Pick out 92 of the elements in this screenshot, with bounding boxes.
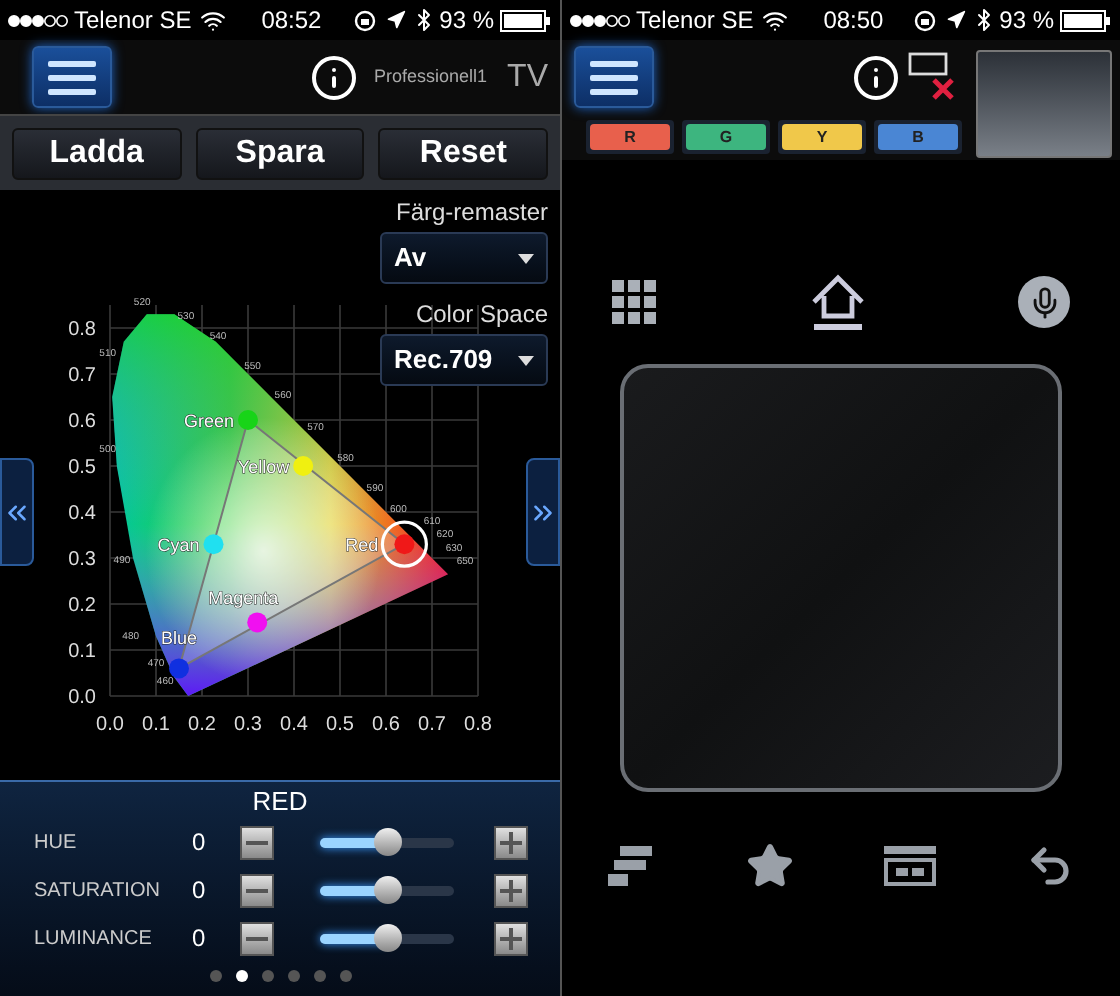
action-button[interactable]: Reset <box>378 127 549 179</box>
y-tick-label: 0.3 <box>68 549 96 571</box>
info-icon[interactable] <box>852 53 900 101</box>
return-icon[interactable] <box>1026 842 1074 890</box>
battery-icon <box>500 9 552 31</box>
x-tick-label: 0.0 <box>96 714 124 736</box>
stacked-cards-icon[interactable] <box>608 846 656 886</box>
y-tick-label: 0.4 <box>68 503 96 525</box>
x-tick-label: 0.6 <box>372 714 400 736</box>
y-tick-label: 0.5 <box>68 457 96 479</box>
adjust-label: LUMINANCE <box>34 925 154 953</box>
point-label: Green <box>183 411 234 431</box>
adjust-label: HUE <box>34 829 79 857</box>
display-panel[interactable] <box>976 50 1112 158</box>
plus-button[interactable] <box>494 921 528 955</box>
action-button[interactable]: Spara <box>195 127 365 179</box>
x-tick-label: 0.5 <box>326 714 354 736</box>
previous-button[interactable] <box>0 458 34 566</box>
slider-thumb[interactable] <box>373 924 401 952</box>
point-label: Red <box>345 535 379 556</box>
dropdown[interactable]: Rec.709 <box>380 334 548 386</box>
point-label: Blue <box>161 628 197 649</box>
window-icon[interactable] <box>884 846 936 886</box>
x-tick-label: 0.3 <box>234 714 262 736</box>
battery-percent: 93 % <box>439 4 494 38</box>
adjust-label: SATURATION <box>34 877 162 905</box>
x-tick-label: 0.4 <box>280 714 308 736</box>
adjust-value: 0 <box>192 874 208 908</box>
dropdown-arrow-icon <box>518 253 534 263</box>
x-tick-label: 0.1 <box>142 714 170 736</box>
point-label: Cyan <box>157 535 200 556</box>
wifi-icon <box>199 7 226 33</box>
info-icon[interactable] <box>310 53 359 101</box>
signal-icon <box>570 13 630 27</box>
x-tick-label: 0.7 <box>418 714 446 736</box>
clock-time: 08:52 <box>261 4 322 38</box>
menu-button[interactable] <box>574 46 654 108</box>
y-tick-label: 0.7 <box>68 365 96 387</box>
minus-button[interactable] <box>240 825 274 859</box>
y-tick-label: 0.0 <box>68 687 96 709</box>
action-button[interactable]: Ladda <box>12 127 182 179</box>
setting-label: Färg-remaster <box>395 196 548 228</box>
star-icon[interactable] <box>746 842 794 890</box>
color-key-button[interactable]: Y <box>782 124 862 150</box>
panel-title: RED <box>252 786 308 818</box>
color-key-button[interactable]: R <box>590 124 670 150</box>
x-tick-label: 0.2 <box>188 714 216 736</box>
grid-icon[interactable] <box>612 280 656 324</box>
plus-button[interactable] <box>494 873 528 907</box>
carrier-name: Telenor SE <box>636 4 754 38</box>
touchpad[interactable] <box>620 364 1062 792</box>
plus-icon <box>500 831 522 853</box>
microphone-button[interactable] <box>1018 276 1070 328</box>
point-label: Magenta <box>208 588 279 609</box>
setting-label: Color Space <box>415 298 548 330</box>
adjust-value: 0 <box>192 922 208 956</box>
dropdown-arrow-icon <box>518 355 534 365</box>
y-tick-label: 0.2 <box>68 595 96 617</box>
device-type: TV <box>507 57 548 97</box>
color-key-button[interactable]: G <box>686 124 766 150</box>
x-tick-label: 0.8 <box>464 714 492 736</box>
menu-icon <box>48 59 96 95</box>
slider-thumb[interactable] <box>373 828 401 856</box>
location-icon <box>945 10 966 30</box>
menu-button[interactable] <box>32 46 112 108</box>
plus-icon <box>500 927 522 949</box>
device-name: Professionell1 <box>374 63 488 90</box>
plus-icon <box>500 879 522 901</box>
clock-time: 08:50 <box>823 4 884 38</box>
battery-icon <box>1060 9 1112 31</box>
wifi-icon <box>761 7 788 33</box>
slider-thumb[interactable] <box>373 876 401 904</box>
dropdown[interactable]: Av <box>380 232 548 284</box>
carrier-name: Telenor SE <box>74 4 192 38</box>
signal-icon <box>8 13 68 27</box>
menu-icon <box>590 59 638 95</box>
minus-button[interactable] <box>240 921 274 955</box>
y-tick-label: 0.1 <box>68 641 96 663</box>
location-icon <box>385 10 406 30</box>
y-tick-label: 0.8 <box>68 319 96 341</box>
color-key-button[interactable]: B <box>878 124 958 150</box>
y-tick-label: 0.6 <box>68 411 96 433</box>
primary-point[interactable] <box>380 520 428 568</box>
rotation-lock-icon <box>913 9 936 31</box>
plus-button[interactable] <box>494 825 528 859</box>
battery-percent: 93 % <box>999 4 1054 38</box>
minus-button[interactable] <box>240 873 274 907</box>
rotation-lock-icon <box>353 9 376 31</box>
point-label: Yellow <box>237 457 290 477</box>
adjust-value: 0 <box>192 826 208 860</box>
disconnected-screen-icon[interactable] <box>908 51 960 103</box>
next-button[interactable] <box>526 458 560 566</box>
